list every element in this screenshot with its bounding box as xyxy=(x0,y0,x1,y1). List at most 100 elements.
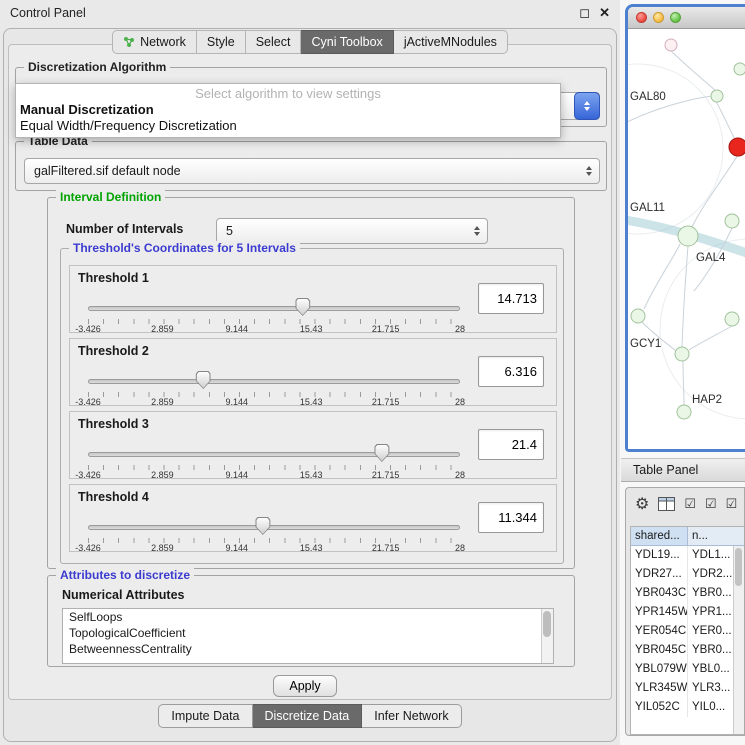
network-node[interactable] xyxy=(677,405,691,419)
number-of-intervals-value: 5 xyxy=(226,224,233,238)
network-node[interactable] xyxy=(665,39,677,51)
table-row[interactable]: YBR043CYBR0... xyxy=(631,584,744,603)
tab-infer-network[interactable]: Infer Network xyxy=(362,704,461,728)
table-cell[interactable]: YPR145W xyxy=(631,603,688,622)
tab-network[interactable]: Network xyxy=(112,30,197,54)
list-item[interactable]: SelfLoops xyxy=(63,609,553,625)
slider-scale: -3.426 2.859 9.144 15.43 21.715 28 xyxy=(88,397,460,407)
network-node[interactable] xyxy=(678,226,698,246)
threshold-4-slider[interactable] xyxy=(88,523,460,533)
tab-label: Style xyxy=(207,35,235,49)
table-row[interactable]: YPR145WYPR1... xyxy=(631,603,744,622)
table-row[interactable]: YLR345WYLR3... xyxy=(631,679,744,698)
threshold-3-value-field[interactable] xyxy=(478,429,544,460)
list-item[interactable]: TopologicalCoefficient xyxy=(63,625,553,641)
table-data-combobox[interactable]: galFiltered.sif default node xyxy=(24,158,600,184)
group-title: Interval Definition xyxy=(56,190,165,204)
checkbox-icon[interactable]: ☑ xyxy=(705,496,717,512)
network-node[interactable] xyxy=(725,312,739,326)
table-row[interactable]: YDR27...YDR2... xyxy=(631,565,744,584)
network-node[interactable] xyxy=(734,63,745,75)
table-panel-toolbar: ⚙ ☑ ☑ ☑ xyxy=(626,488,744,520)
table-cell[interactable]: YER054C xyxy=(631,622,688,641)
network-node[interactable] xyxy=(725,214,739,228)
slider-track[interactable] xyxy=(88,306,460,311)
tab-jactivemnodules[interactable]: jActiveMNodules xyxy=(394,30,508,54)
table-row[interactable]: YIL052CYIL0... xyxy=(631,698,744,717)
scale-label: 21.715 xyxy=(372,324,400,334)
table-row[interactable]: YER054CYER0... xyxy=(631,622,744,641)
tab-discretize-data[interactable]: Discretize Data xyxy=(253,704,363,728)
table-panel: ⚙ ☑ ☑ ☑ shared... n... YDL19...YDL1... Y… xyxy=(625,487,745,736)
dropdown-option-equal-width-frequency[interactable]: Equal Width/Frequency Discretization xyxy=(16,118,560,134)
table-cell[interactable]: YBR045C xyxy=(631,641,688,660)
tab-impute-data[interactable]: Impute Data xyxy=(158,704,252,728)
close-traffic-light-icon[interactable] xyxy=(636,12,647,23)
network-node[interactable] xyxy=(711,90,723,102)
scale-label: 9.144 xyxy=(226,324,249,334)
column-header-name[interactable]: n... xyxy=(688,527,744,546)
threshold-1-value-field[interactable] xyxy=(478,283,544,314)
threshold-3-row: Threshold 3 -3.426 2.859 9.144 15.43 21.… xyxy=(69,411,557,479)
table-row[interactable]: YDL19...YDL1... xyxy=(631,546,744,565)
number-of-intervals-label: Number of Intervals xyxy=(66,222,183,236)
combobox-arrows-icon[interactable] xyxy=(574,92,600,120)
slider-track[interactable] xyxy=(88,452,460,457)
threshold-4-value-field[interactable] xyxy=(478,502,544,533)
table-cell[interactable]: YLR345W xyxy=(631,679,688,698)
slider-thumb[interactable] xyxy=(196,371,211,389)
list-item[interactable]: BetweennessCentrality xyxy=(63,641,553,657)
threshold-2-value-field[interactable] xyxy=(478,356,544,387)
tab-cyni-toolbox[interactable]: Cyni Toolbox xyxy=(301,30,393,54)
slider-thumb[interactable] xyxy=(295,298,310,316)
numerical-attributes-list[interactable]: SelfLoops TopologicalCoefficient Between… xyxy=(62,608,554,664)
threshold-3-slider[interactable] xyxy=(88,450,460,460)
column-header-shared-name[interactable]: shared... xyxy=(631,527,688,546)
table-row[interactable]: YBR045CYBR0... xyxy=(631,641,744,660)
list-scrollbar[interactable] xyxy=(541,609,553,663)
table-cell[interactable]: YBR043C xyxy=(631,584,688,603)
table-cell[interactable]: YDR27... xyxy=(631,565,688,584)
zoom-traffic-light-icon[interactable] xyxy=(670,12,681,23)
float-window-icon[interactable]: ◻ xyxy=(579,5,590,21)
checkbox-icon[interactable]: ☑ xyxy=(726,496,738,512)
scrollbar-thumb[interactable] xyxy=(543,611,551,637)
table-row[interactable]: YBL079WYBL0... xyxy=(631,660,744,679)
slider-thumb[interactable] xyxy=(255,517,270,535)
table-scrollbar[interactable] xyxy=(733,546,744,734)
slider-track[interactable] xyxy=(88,379,460,384)
gear-icon[interactable]: ⚙ xyxy=(635,494,649,514)
tab-style[interactable]: Style xyxy=(197,30,246,54)
network-node-label: GAL80 xyxy=(630,91,666,103)
table-panel-header[interactable]: Table Panel xyxy=(621,458,745,482)
network-view-window: GAL80GAL11GAL4GCY1HAP2 xyxy=(625,4,745,452)
scale-label: 28 xyxy=(455,397,465,407)
table-cell[interactable]: YBL079W xyxy=(631,660,688,679)
slider-thumb[interactable] xyxy=(374,444,389,462)
scale-label: -3.426 xyxy=(75,470,101,480)
network-node[interactable] xyxy=(631,309,645,323)
slider-track[interactable] xyxy=(88,525,460,530)
network-graph[interactable]: GAL80GAL11GAL4GCY1HAP2 xyxy=(628,29,745,449)
table-cell[interactable]: YDL19... xyxy=(631,546,688,565)
network-node-label: HAP2 xyxy=(692,394,722,406)
minimize-traffic-light-icon[interactable] xyxy=(653,12,664,23)
tab-select[interactable]: Select xyxy=(246,30,302,54)
scale-label: 21.715 xyxy=(372,470,400,480)
scrollbar-thumb[interactable] xyxy=(735,548,742,586)
threshold-1-slider[interactable] xyxy=(88,304,460,314)
network-window-titlebar[interactable] xyxy=(628,7,745,29)
dropdown-option-manual-discretization[interactable]: Manual Discretization xyxy=(16,102,560,118)
network-node[interactable] xyxy=(729,138,745,156)
column-selector-icon[interactable] xyxy=(658,497,675,511)
scale-label: 15.43 xyxy=(300,397,323,407)
network-canvas[interactable]: GAL80GAL11GAL4GCY1HAP2 xyxy=(628,29,745,449)
checkbox-icon[interactable]: ☑ xyxy=(684,496,696,512)
threshold-2-slider[interactable] xyxy=(88,377,460,387)
apply-button[interactable]: Apply xyxy=(273,675,337,697)
network-node[interactable] xyxy=(675,347,689,361)
close-icon[interactable]: ✕ xyxy=(599,5,610,21)
table-cell[interactable]: YIL052C xyxy=(631,698,688,717)
table-panel-title: Table Panel xyxy=(633,463,698,477)
scale-label: 28 xyxy=(455,324,465,334)
